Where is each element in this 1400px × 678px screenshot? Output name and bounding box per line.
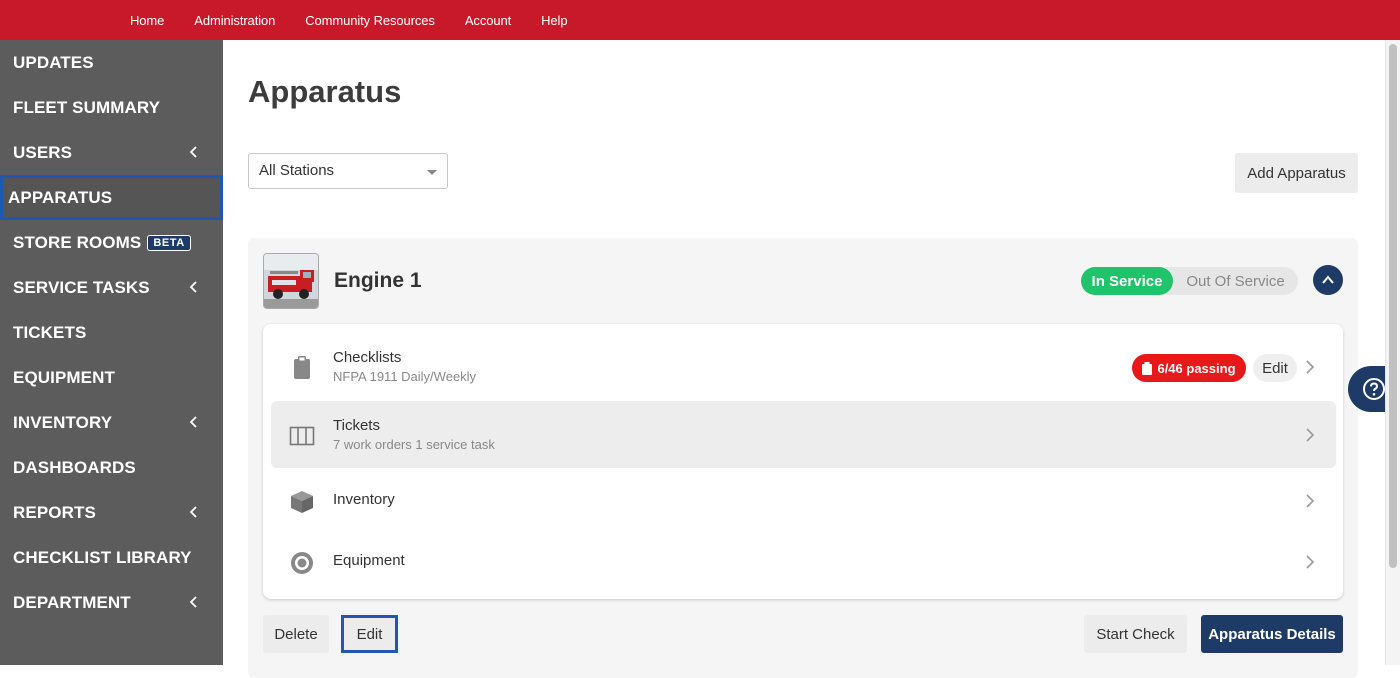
inventory-row[interactable]: Inventory bbox=[271, 467, 1336, 534]
sidebar-item-users[interactable]: USERS bbox=[0, 130, 223, 175]
equipment-row[interactable]: Equipment bbox=[271, 528, 1336, 595]
apparatus-details-button[interactable]: Apparatus Details bbox=[1201, 615, 1343, 653]
chevron-right-icon bbox=[1306, 360, 1315, 374]
sidebar-item-fleet-summary[interactable]: FLEET SUMMARY bbox=[0, 85, 223, 130]
top-navbar: Home Administration Community Resources … bbox=[0, 0, 1400, 40]
checklists-row[interactable]: Checklists NFPA 1911 Daily/Weekly 6/46 p… bbox=[271, 333, 1336, 400]
dropdown-caret-icon bbox=[427, 170, 437, 175]
sidebar-item-label: TICKETS bbox=[13, 322, 87, 342]
sidebar-item-label: INVENTORY bbox=[13, 412, 113, 432]
sidebar-item-label: UPDATES bbox=[13, 52, 94, 72]
chevron-left-icon bbox=[189, 146, 197, 158]
sidebar-item-label: REPORTS bbox=[13, 502, 96, 522]
chevron-right-icon bbox=[1306, 428, 1315, 442]
start-check-button[interactable]: Start Check bbox=[1084, 615, 1187, 653]
sidebar-item-label: STORE ROOMS bbox=[13, 232, 142, 252]
service-status-toggle[interactable]: In Service Out Of Service bbox=[1081, 267, 1298, 295]
tickets-subtitle: 7 work orders 1 service task bbox=[333, 437, 495, 452]
sidebar-item-store-rooms[interactable]: STORE ROOMS BETA bbox=[0, 220, 223, 265]
in-service-option[interactable]: In Service bbox=[1081, 267, 1173, 295]
station-filter-select[interactable]: All Stations bbox=[248, 153, 448, 189]
apparatus-card: Engine 1 In Service Out Of Service Check… bbox=[248, 238, 1358, 678]
sidebar-item-label: USERS bbox=[13, 142, 73, 162]
saw-blade-icon bbox=[291, 552, 313, 574]
beta-badge: BETA bbox=[147, 234, 191, 251]
page-scrollbar[interactable] bbox=[1385, 40, 1400, 665]
sidebar-item-tickets[interactable]: TICKETS bbox=[0, 310, 223, 355]
sidebar-item-label: APPARATUS bbox=[8, 187, 113, 207]
sidebar-item-service-tasks[interactable]: SERVICE TASKS bbox=[0, 265, 223, 310]
checklist-passing-badge: 6/46 passing bbox=[1132, 354, 1246, 382]
sidebar-item-reports[interactable]: REPORTS bbox=[0, 490, 223, 535]
clipboard-icon bbox=[294, 356, 310, 379]
sidebar-item-equipment[interactable]: EQUIPMENT bbox=[0, 355, 223, 400]
nav-help-link[interactable]: Help bbox=[526, 13, 582, 28]
checklists-label: Checklists bbox=[333, 349, 402, 366]
sidebar-item-checklist-library[interactable]: CHECKLIST LIBRARY bbox=[0, 535, 223, 580]
checklists-subtitle: NFPA 1911 Daily/Weekly bbox=[333, 369, 477, 384]
equipment-label: Equipment bbox=[333, 552, 405, 569]
tickets-label: Tickets bbox=[333, 417, 380, 434]
apparatus-name: Engine 1 bbox=[334, 269, 422, 292]
apparatus-sections-list: Checklists NFPA 1911 Daily/Weekly 6/46 p… bbox=[263, 324, 1343, 599]
page-title: Apparatus bbox=[248, 74, 402, 109]
question-mark-icon bbox=[1363, 378, 1385, 400]
apparatus-thumbnail[interactable] bbox=[263, 253, 319, 309]
delete-apparatus-button[interactable]: Delete bbox=[263, 615, 329, 653]
columns-icon bbox=[289, 426, 315, 446]
box-icon bbox=[291, 491, 313, 513]
main-content: Apparatus All Stations Add Apparatus Eng… bbox=[223, 40, 1385, 678]
edit-checklists-button[interactable]: Edit bbox=[1253, 354, 1297, 382]
nav-account-link[interactable]: Account bbox=[450, 13, 526, 28]
out-of-service-option[interactable]: Out Of Service bbox=[1173, 273, 1298, 290]
sidebar-item-label: SERVICE TASKS bbox=[13, 277, 150, 297]
nav-home-link[interactable]: Home bbox=[115, 13, 179, 28]
sidebar-item-label: DASHBOARDS bbox=[13, 457, 136, 477]
nav-administration-link[interactable]: Administration bbox=[179, 13, 290, 28]
sidebar-item-inventory[interactable]: INVENTORY bbox=[0, 400, 223, 445]
fire-engine-image bbox=[264, 254, 318, 308]
chevron-right-icon bbox=[1306, 555, 1315, 569]
collapse-card-button[interactable] bbox=[1313, 265, 1343, 295]
edit-apparatus-button[interactable]: Edit bbox=[341, 615, 398, 653]
sidebar: UPDATES FLEET SUMMARY USERS APPARATUS ST… bbox=[0, 40, 223, 665]
sidebar-item-label: DEPARTMENT bbox=[13, 592, 131, 612]
chevron-left-icon bbox=[189, 596, 197, 608]
sidebar-item-dashboards[interactable]: DASHBOARDS bbox=[0, 445, 223, 490]
sidebar-item-updates[interactable]: UPDATES bbox=[0, 40, 223, 85]
sidebar-item-label: FLEET SUMMARY bbox=[13, 97, 161, 117]
checklist-passing-text: 6/46 passing bbox=[1157, 360, 1236, 376]
tickets-row[interactable]: Tickets 7 work orders 1 service task bbox=[271, 401, 1336, 468]
chevron-left-icon bbox=[189, 281, 197, 293]
chevron-up-icon bbox=[1322, 275, 1334, 284]
add-apparatus-button[interactable]: Add Apparatus bbox=[1235, 153, 1358, 193]
station-filter-value: All Stations bbox=[259, 162, 335, 179]
clipboard-icon bbox=[1142, 361, 1153, 375]
chevron-right-icon bbox=[1306, 494, 1315, 508]
nav-community-resources-link[interactable]: Community Resources bbox=[290, 13, 450, 28]
sidebar-item-department[interactable]: DEPARTMENT bbox=[0, 580, 223, 625]
sidebar-item-apparatus[interactable]: APPARATUS bbox=[0, 175, 223, 220]
inventory-label: Inventory bbox=[333, 491, 395, 508]
top-nav-links: Home Administration Community Resources … bbox=[115, 0, 582, 40]
sidebar-item-label: CHECKLIST LIBRARY bbox=[13, 547, 192, 567]
chevron-left-icon bbox=[189, 416, 197, 428]
chevron-left-icon bbox=[189, 506, 197, 518]
sidebar-item-label: EQUIPMENT bbox=[13, 367, 115, 387]
scrollbar-thumb[interactable] bbox=[1389, 44, 1397, 568]
